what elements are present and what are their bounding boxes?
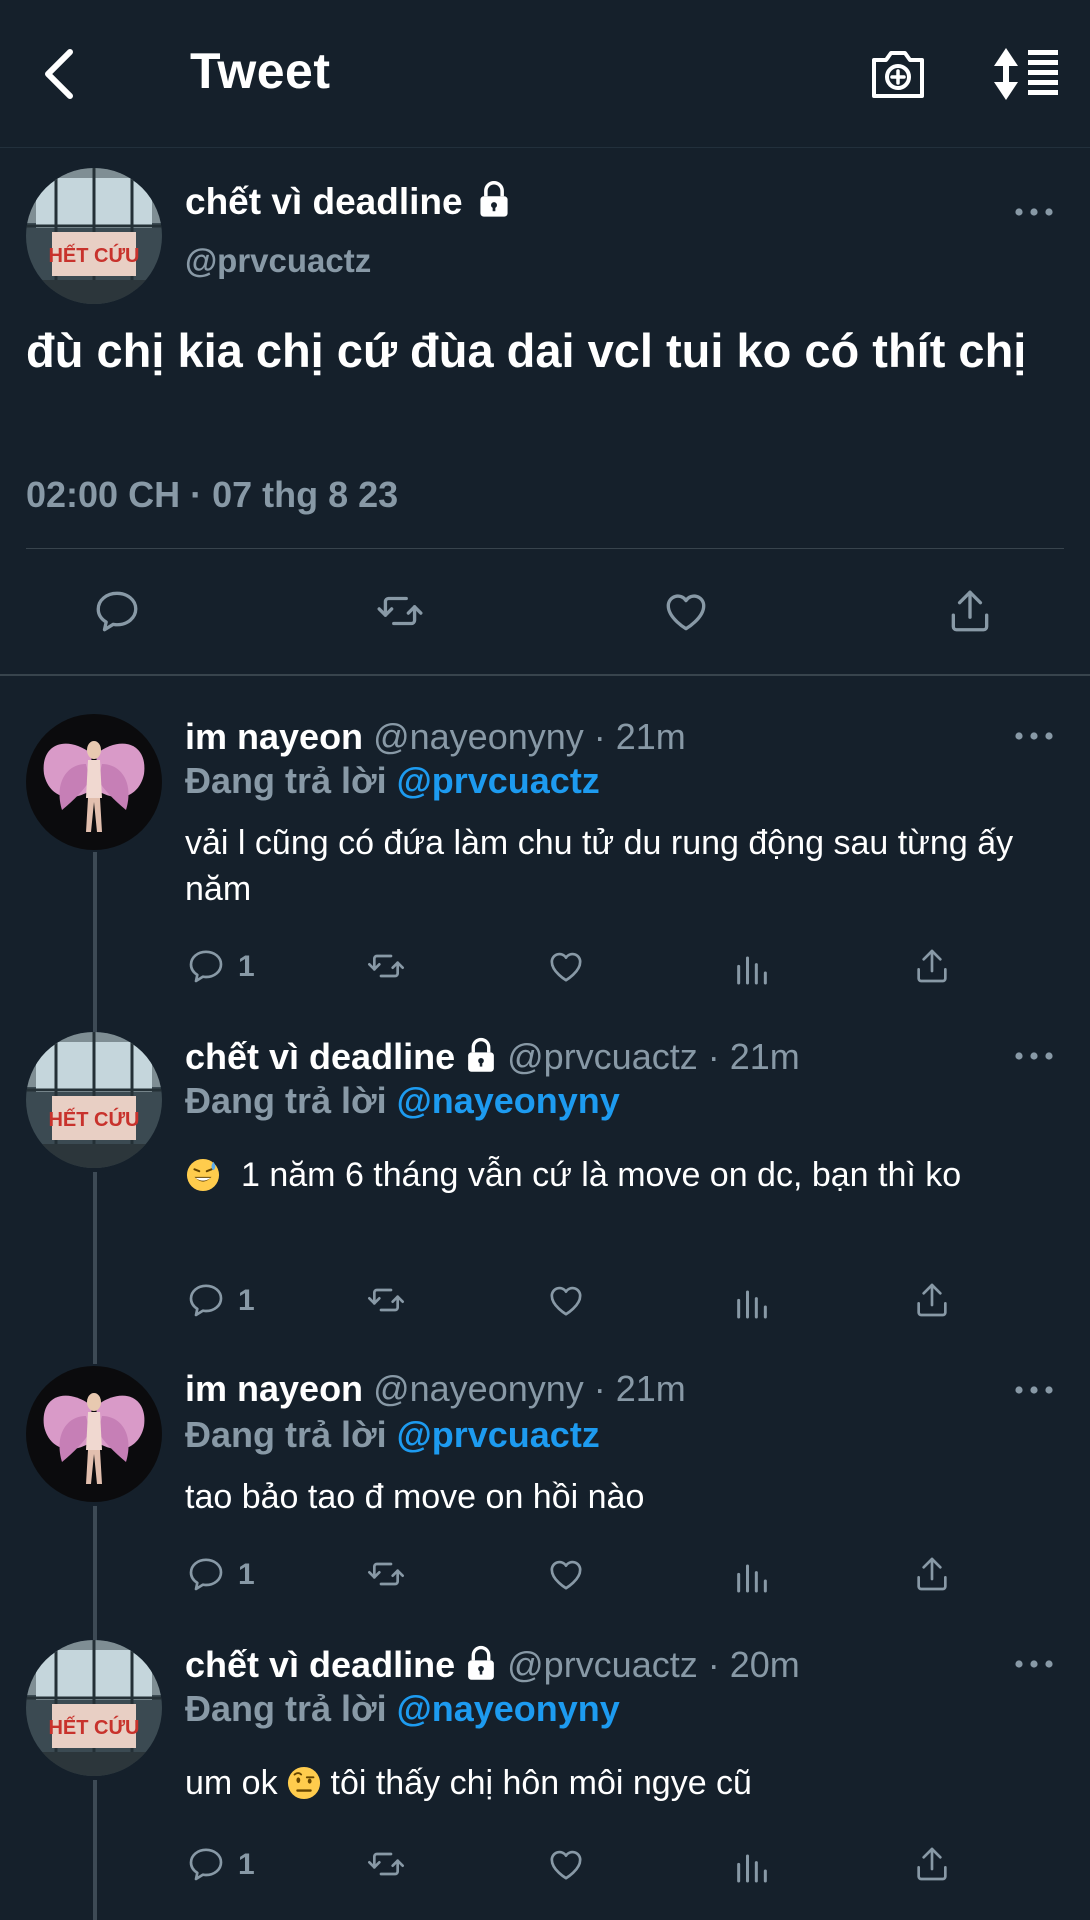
divider — [0, 674, 1090, 676]
tweet-timestamp: 02:00 CH · 07 thg 8 23 — [26, 474, 399, 515]
replying-label: Đang trả lời — [185, 760, 387, 801]
like-icon[interactable] — [546, 1844, 586, 1884]
raised-eyebrow-emoji-icon — [287, 1766, 321, 1800]
replying-to: Đang trả lời @prvcuactz — [185, 1414, 600, 1456]
like-icon[interactable] — [661, 586, 711, 636]
more-options-icon[interactable] — [1012, 1046, 1056, 1066]
lock-icon — [477, 180, 511, 218]
avatar[interactable] — [26, 714, 162, 850]
author-handle[interactable]: @prvcuactz — [185, 242, 371, 280]
replying-label: Đang trả lời — [185, 1080, 387, 1121]
more-options-icon[interactable] — [1012, 726, 1056, 746]
reply-text-part: tôi thấy chị hôn môi ngye cũ — [330, 1764, 752, 1802]
mention-link[interactable]: @prvcuactz — [397, 1414, 600, 1455]
retweet-icon[interactable] — [366, 1280, 406, 1320]
retweet-icon[interactable] — [366, 1844, 406, 1884]
share-icon[interactable] — [945, 586, 995, 636]
retweet-icon[interactable] — [366, 946, 406, 986]
author-name[interactable]: chết vì deadline — [185, 1036, 455, 1077]
reply-count: 1 — [238, 950, 255, 983]
page-title: Tweet — [190, 43, 331, 99]
author-handle-time: @prvcuactz · 21m — [507, 1036, 800, 1077]
reply-text: vải l cũng có đứa làm chu tử du rung độn… — [185, 824, 1014, 908]
reply-text: um ok tôi thấy chị hôn môi ngye cũ — [185, 1760, 1045, 1806]
author-handle-time: @nayeonyny · 21m — [373, 716, 686, 757]
share-icon[interactable] — [912, 946, 952, 986]
reply-text-part: um ok — [185, 1764, 278, 1802]
author-name[interactable]: chết vì deadline — [185, 1644, 455, 1685]
like-icon[interactable] — [546, 946, 586, 986]
divider — [26, 548, 1064, 549]
share-icon[interactable] — [912, 1280, 952, 1320]
stats-icon[interactable] — [732, 1556, 772, 1596]
author-handle-time: @nayeonyny · 21m — [373, 1368, 686, 1409]
reply-count: 1 — [238, 1558, 255, 1591]
reply-icon[interactable] — [186, 1844, 226, 1884]
replying-label: Đang trả lời — [185, 1688, 387, 1729]
avatar[interactable] — [26, 1640, 162, 1776]
avatar[interactable] — [26, 168, 162, 304]
more-options-icon[interactable] — [1012, 1380, 1056, 1400]
thread-line — [93, 852, 97, 1034]
reply-header: im nayeon @nayeonyny · 21m — [185, 716, 686, 758]
author-name: chết vì deadline — [185, 181, 463, 222]
author-name[interactable]: im nayeon — [185, 1368, 363, 1409]
reply-header: im nayeon @nayeonyny · 21m — [185, 1368, 686, 1410]
avatar[interactable] — [26, 1032, 162, 1168]
retweet-icon[interactable] — [375, 586, 425, 636]
share-icon[interactable] — [912, 1844, 952, 1884]
stats-icon[interactable] — [732, 1282, 772, 1322]
reply-icon[interactable] — [186, 1554, 226, 1594]
thread-line — [93, 1780, 97, 1920]
stats-icon[interactable] — [732, 948, 772, 988]
share-icon[interactable] — [912, 1554, 952, 1594]
reply-count: 1 — [238, 1848, 255, 1881]
mention-link[interactable]: @prvcuactz — [397, 760, 600, 801]
replying-to: Đang trả lời @prvcuactz — [185, 760, 600, 802]
thread-line — [93, 1172, 97, 1364]
like-icon[interactable] — [546, 1554, 586, 1594]
replying-to: Đang trả lời @nayeonyny — [185, 1688, 620, 1730]
reply-text: tao bảo tao đ move on hồi nào — [185, 1478, 645, 1516]
replying-label: Đang trả lời — [185, 1414, 387, 1455]
reply-icon[interactable] — [92, 586, 142, 636]
retweet-icon[interactable] — [366, 1554, 406, 1594]
tweet-text: đù chị kia chị cứ đùa dai vcl tui ko có … — [26, 324, 1027, 377]
author-handle-time: @prvcuactz · 20m — [507, 1644, 800, 1685]
reply-text: 1 năm 6 tháng vẫn cứ là move on dc, bạn … — [241, 1156, 962, 1194]
sort-replies-icon[interactable] — [992, 46, 1060, 102]
stats-icon[interactable] — [732, 1846, 772, 1886]
lock-icon — [465, 1645, 497, 1681]
back-arrow-icon[interactable] — [36, 44, 86, 104]
author-name[interactable]: im nayeon — [185, 716, 363, 757]
reply-header: chết vì deadline @prvcuactz · 20m — [185, 1644, 800, 1686]
reply-header: chết vì deadline @prvcuactz · 21m — [185, 1036, 800, 1078]
replying-to: Đang trả lời @nayeonyny — [185, 1080, 620, 1122]
mention-link[interactable]: @nayeonyny — [397, 1688, 620, 1729]
reply-icon[interactable] — [186, 946, 226, 986]
more-options-icon[interactable] — [1012, 1654, 1056, 1674]
reply-icon[interactable] — [186, 1280, 226, 1320]
like-icon[interactable] — [546, 1280, 586, 1320]
camera-icon[interactable] — [868, 44, 928, 104]
more-options-icon[interactable] — [1012, 202, 1056, 222]
thread-line — [93, 1506, 97, 1644]
author-name-row[interactable]: chết vì deadline — [185, 180, 511, 223]
mention-link[interactable]: @nayeonyny — [397, 1080, 620, 1121]
reply-count: 1 — [238, 1284, 255, 1317]
avatar[interactable] — [26, 1366, 162, 1502]
top-bar: Tweet — [0, 0, 1090, 148]
lock-icon — [465, 1037, 497, 1073]
